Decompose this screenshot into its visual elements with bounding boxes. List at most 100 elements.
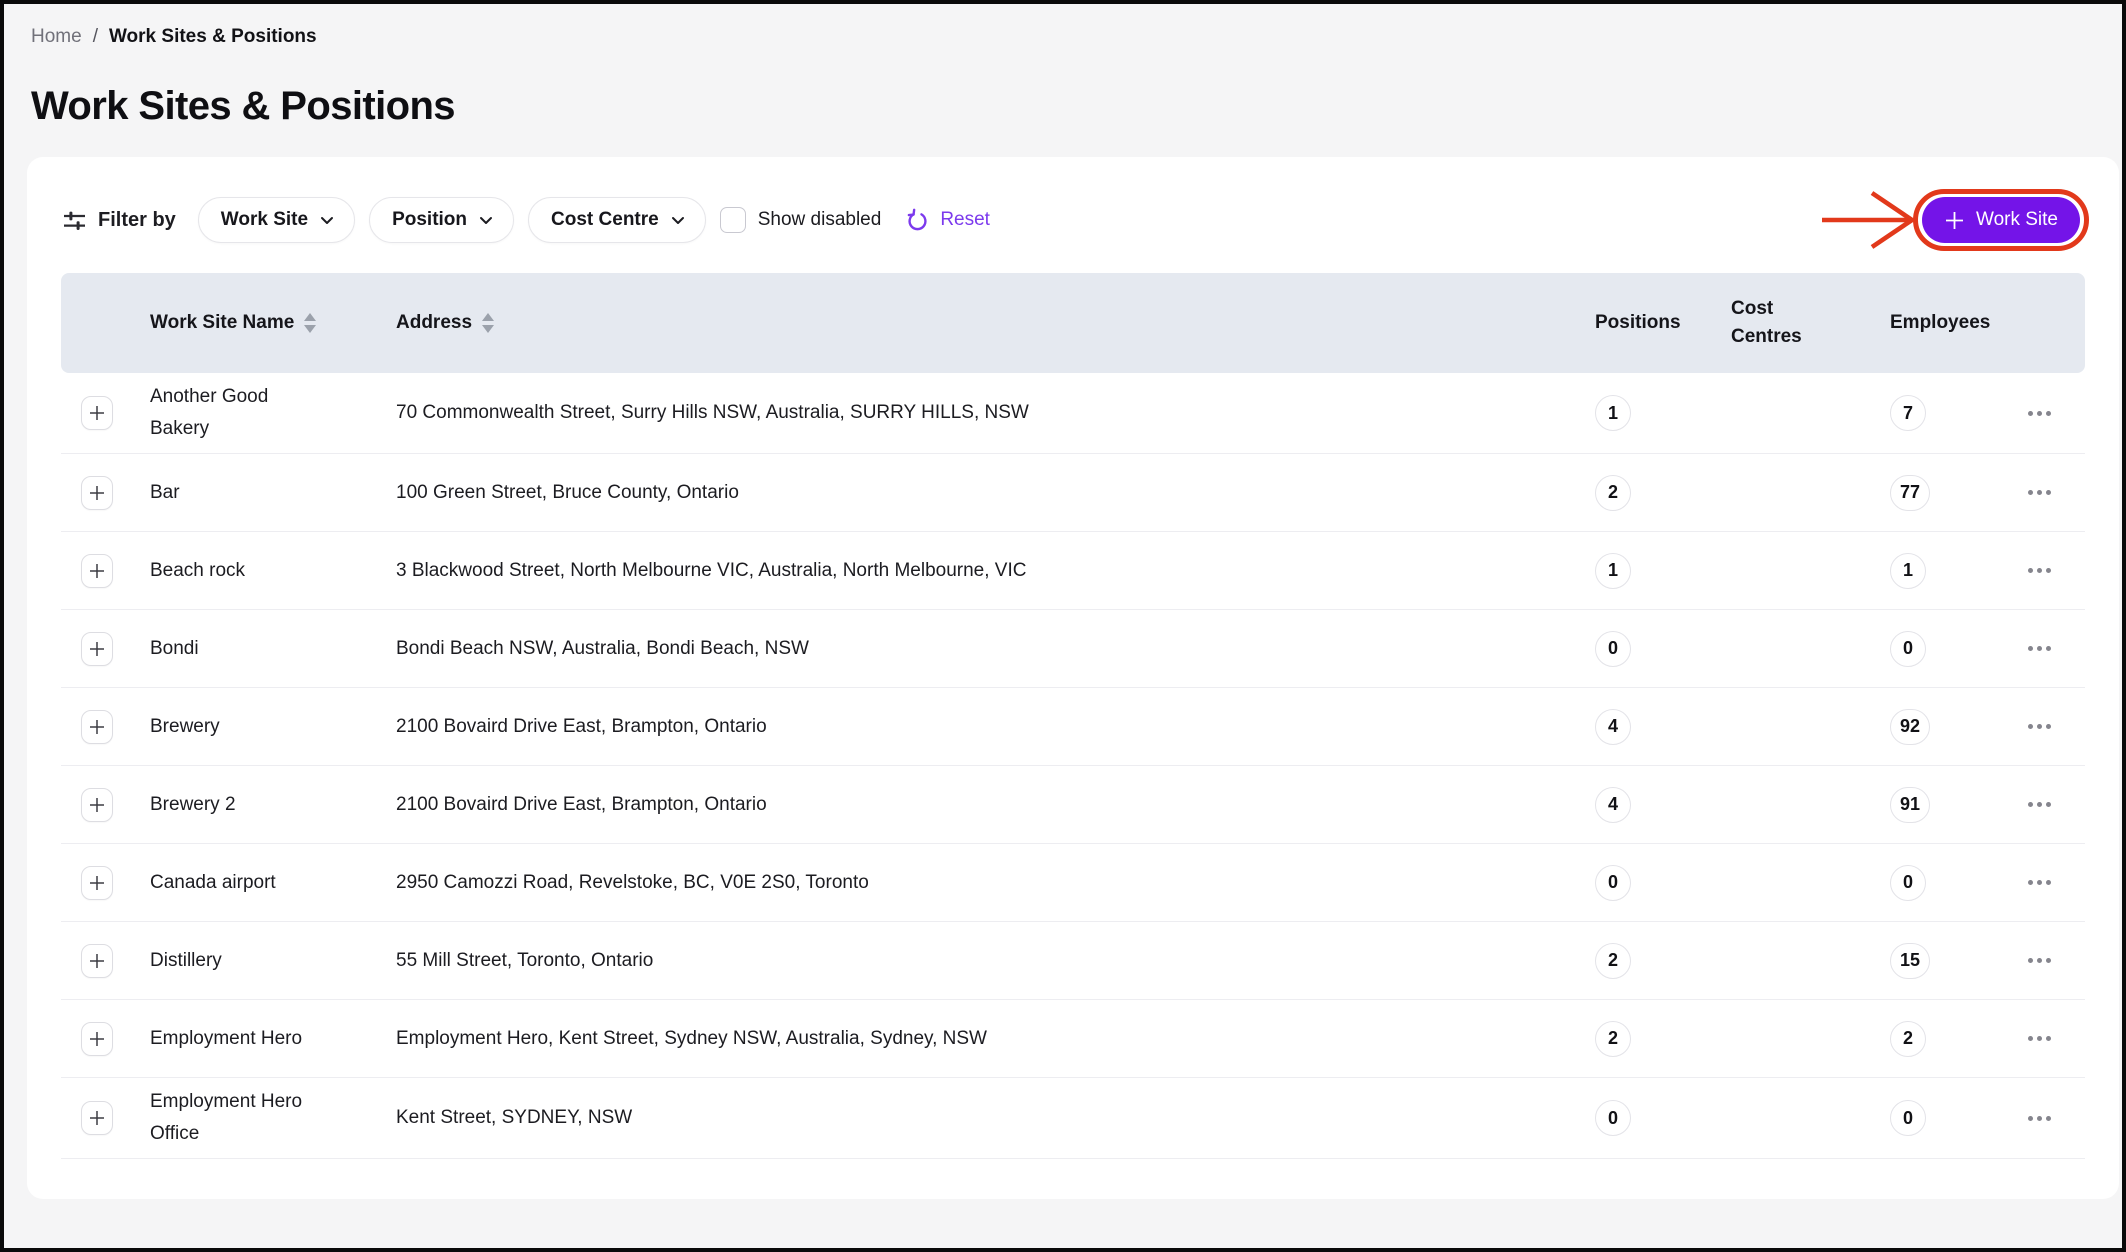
plus-icon: [88, 796, 106, 814]
plus-icon: [88, 718, 106, 736]
show-disabled-label: Show disabled: [758, 209, 882, 231]
table-row: Bar 100 Green Street, Bruce County, Onta…: [61, 454, 2085, 532]
work-site-address: Kent Street, SYDNEY, NSW: [379, 1107, 1583, 1129]
row-actions-menu-button[interactable]: [2024, 482, 2055, 503]
work-site-name: Employment Hero: [134, 1023, 379, 1055]
expand-row-button[interactable]: [81, 396, 113, 430]
row-actions-menu-button[interactable]: [2024, 872, 2055, 893]
expand-row-button[interactable]: [81, 554, 113, 588]
table-row: Canada airport 2950 Camozzi Road, Revels…: [61, 844, 2085, 922]
filter-toolbar: Filter by Work Site Position Cost Centre…: [27, 157, 2119, 243]
row-actions-menu-button[interactable]: [2024, 950, 2055, 971]
show-disabled-checkbox[interactable]: [720, 207, 746, 233]
positions-count-badge: 2: [1595, 1021, 1631, 1057]
plus-icon: [88, 484, 106, 502]
expand-row-button[interactable]: [81, 944, 113, 978]
table-row: Bondi Bondi Beach NSW, Australia, Bondi …: [61, 610, 2085, 688]
reset-filters-button[interactable]: Reset: [905, 208, 990, 233]
column-header-work-site-name[interactable]: Work Site Name: [150, 307, 317, 339]
sort-icon: [481, 312, 495, 334]
work-site-name: Brewery 2: [134, 789, 379, 821]
plus-icon: [88, 1030, 106, 1048]
position-filter-dropdown[interactable]: Position: [369, 197, 514, 243]
plus-icon: [88, 640, 106, 658]
page-title: Work Sites & Positions: [31, 84, 2122, 129]
breadcrumb-separator: /: [93, 26, 98, 48]
employees-count-badge: 91: [1890, 787, 1930, 823]
expand-row-button[interactable]: [81, 1022, 113, 1056]
plus-icon: [88, 404, 106, 422]
work-site-name: Canada airport: [134, 867, 379, 899]
add-work-site-area: Work Site: [1922, 197, 2080, 243]
employees-count-badge: 2: [1890, 1021, 1926, 1057]
table-row: Employment Hero Office Kent Street, SYDN…: [61, 1078, 2085, 1159]
work-site-name: Employment Hero Office: [134, 1086, 379, 1150]
breadcrumb-home-link[interactable]: Home: [31, 26, 82, 48]
work-site-address: 2950 Camozzi Road, Revelstoke, BC, V0E 2…: [379, 872, 1583, 894]
expand-row-button[interactable]: [81, 632, 113, 666]
plus-icon: [88, 1109, 106, 1127]
sliders-icon: [61, 207, 88, 234]
app-window: Home / Work Sites & Positions Work Sites…: [0, 0, 2126, 1252]
expand-row-button[interactable]: [81, 1101, 113, 1135]
chevron-down-icon: [479, 216, 493, 225]
work-site-address: 100 Green Street, Bruce County, Ontario: [379, 482, 1583, 504]
positions-count-badge: 2: [1595, 943, 1631, 979]
column-header-cost-centres: Cost Centres: [1703, 295, 1863, 351]
positions-count-badge: 0: [1595, 865, 1631, 901]
work-site-name: Distillery: [134, 945, 379, 977]
chevron-down-icon: [320, 216, 334, 225]
positions-count-badge: 4: [1595, 787, 1631, 823]
expand-row-button[interactable]: [81, 476, 113, 510]
cost-centre-filter-dropdown[interactable]: Cost Centre: [528, 197, 706, 243]
content-card: Filter by Work Site Position Cost Centre…: [27, 157, 2119, 1199]
work-site-address: 2100 Bovaird Drive East, Brampton, Ontar…: [379, 716, 1583, 738]
employees-count-badge: 7: [1890, 395, 1926, 431]
row-actions-menu-button[interactable]: [2024, 716, 2055, 737]
row-actions-menu-button[interactable]: [2024, 794, 2055, 815]
table-body: Another Good Bakery 70 Commonwealth Stre…: [61, 373, 2085, 1159]
employees-count-badge: 15: [1890, 943, 1930, 979]
work-sites-table: Work Site Name Address Positions: [27, 273, 2119, 1159]
row-actions-menu-button[interactable]: [2024, 638, 2055, 659]
column-header-employees: Employees: [1863, 309, 1993, 337]
table-row: Another Good Bakery 70 Commonwealth Stre…: [61, 373, 2085, 454]
table-row: Brewery 2100 Bovaird Drive East, Brampto…: [61, 688, 2085, 766]
breadcrumb-current: Work Sites & Positions: [109, 26, 317, 48]
plus-icon: [88, 874, 106, 892]
plus-icon: [88, 952, 106, 970]
row-actions-menu-button[interactable]: [2024, 1108, 2055, 1129]
positions-count-badge: 2: [1595, 475, 1631, 511]
row-actions-menu-button[interactable]: [2024, 403, 2055, 424]
plus-icon: [1944, 210, 1965, 231]
reset-icon: [905, 208, 930, 233]
sort-icon: [303, 312, 317, 334]
work-site-name: Brewery: [134, 711, 379, 743]
work-site-name: Beach rock: [134, 555, 379, 587]
expand-row-button[interactable]: [81, 710, 113, 744]
positions-count-badge: 0: [1595, 1100, 1631, 1136]
positions-count-badge: 1: [1595, 395, 1631, 431]
work-site-name: Bar: [134, 477, 379, 509]
column-header-address[interactable]: Address: [396, 309, 495, 337]
employees-count-badge: 0: [1890, 865, 1926, 901]
positions-count-badge: 0: [1595, 631, 1631, 667]
expand-row-button[interactable]: [81, 788, 113, 822]
work-site-name: Bondi: [134, 633, 379, 665]
table-row: Beach rock 3 Blackwood Street, North Mel…: [61, 532, 2085, 610]
row-actions-menu-button[interactable]: [2024, 1028, 2055, 1049]
positions-count-badge: 4: [1595, 709, 1631, 745]
filter-by-label: Filter by: [61, 207, 176, 234]
employees-count-badge: 1: [1890, 553, 1926, 589]
employees-count-badge: 0: [1890, 631, 1926, 667]
table-row: Distillery 55 Mill Street, Toronto, Onta…: [61, 922, 2085, 1000]
work-site-address: Employment Hero, Kent Street, Sydney NSW…: [379, 1028, 1583, 1050]
add-work-site-button[interactable]: Work Site: [1922, 197, 2080, 243]
employees-count-badge: 77: [1890, 475, 1930, 511]
employees-count-badge: 92: [1890, 709, 1930, 745]
annotation-arrow: [1820, 184, 1920, 256]
expand-row-button[interactable]: [81, 866, 113, 900]
work-site-filter-dropdown[interactable]: Work Site: [198, 197, 355, 243]
row-actions-menu-button[interactable]: [2024, 560, 2055, 581]
table-row: Employment Hero Employment Hero, Kent St…: [61, 1000, 2085, 1078]
